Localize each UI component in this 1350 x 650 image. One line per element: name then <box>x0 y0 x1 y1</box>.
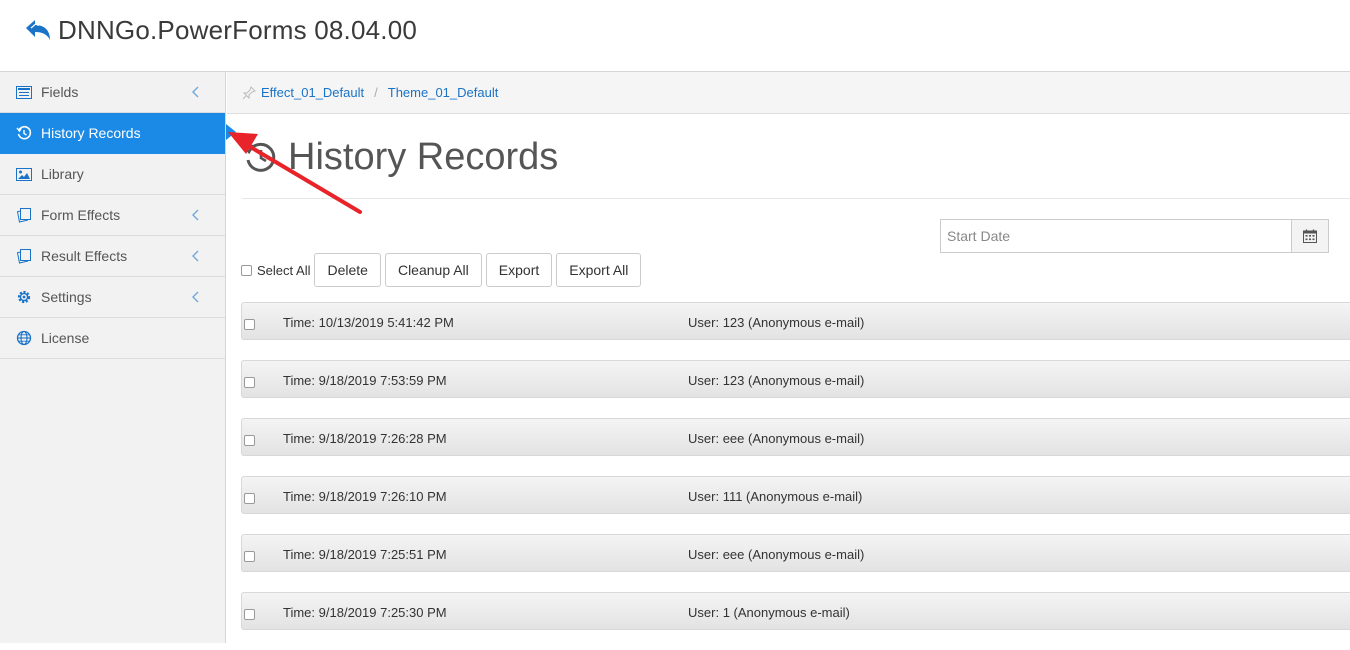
sidebar-item-label: History Records <box>41 125 141 141</box>
export-all-button[interactable]: Export All <box>556 253 642 287</box>
record-checkbox[interactable] <box>244 551 255 562</box>
sidebar-item-license[interactable]: License <box>0 318 225 359</box>
cards-icon <box>15 248 33 264</box>
sidebar-item-label: Settings <box>41 289 92 305</box>
record-user: User: 123 (Anonymous e-mail) <box>688 373 865 388</box>
calendar-icon <box>1303 229 1317 243</box>
page-title-text: History Records <box>288 135 559 178</box>
record-time: Time: 9/18/2019 7:25:51 PM <box>283 547 447 562</box>
app-header: DNNGo.PowerForms 08.04.00 <box>0 0 1350 72</box>
sidebar-item-form-effects[interactable]: Form Effects <box>0 195 225 236</box>
cards-icon <box>15 207 33 223</box>
delete-button[interactable]: Delete <box>314 253 381 287</box>
chevron-left-icon <box>192 250 199 262</box>
record-row[interactable]: Time: 9/18/2019 7:53:59 PM User: 123 (An… <box>241 360 1350 398</box>
record-user: User: 123 (Anonymous e-mail) <box>688 315 865 330</box>
chevron-left-icon <box>192 291 199 303</box>
record-time: Time: 9/18/2019 7:53:59 PM <box>283 373 447 388</box>
records-list: Time: 10/13/2019 5:41:42 PM User: 123 (A… <box>241 302 1350 650</box>
sidebar-item-library[interactable]: Library <box>0 154 225 195</box>
cleanup-all-button[interactable]: Cleanup All <box>384 253 482 287</box>
breadcrumb-link-theme[interactable]: Theme_01_Default <box>388 85 499 100</box>
history-icon <box>243 142 276 172</box>
sidebar-item-settings[interactable]: Settings <box>0 277 225 318</box>
gear-icon <box>15 289 33 305</box>
toolbar: Select All Delete Cleanup All Export Exp… <box>241 253 645 287</box>
sidebar-item-label: Form Effects <box>41 207 121 223</box>
breadcrumb-separator: / <box>374 85 378 100</box>
record-time: Time: 10/13/2019 5:41:42 PM <box>283 315 454 330</box>
sidebar: Fields History Records Library Form Effe… <box>0 72 226 643</box>
record-checkbox[interactable] <box>244 609 255 620</box>
record-checkbox[interactable] <box>244 319 255 330</box>
record-checkbox[interactable] <box>244 493 255 504</box>
record-row[interactable]: Time: 9/18/2019 7:25:30 PM User: 1 (Anon… <box>241 592 1350 630</box>
divider <box>242 198 1350 199</box>
record-row[interactable]: Time: 10/13/2019 5:41:42 PM User: 123 (A… <box>241 302 1350 340</box>
record-user: User: 1 (Anonymous e-mail) <box>688 605 850 620</box>
record-time: Time: 9/18/2019 7:25:30 PM <box>283 605 447 620</box>
record-checkbox[interactable] <box>244 435 255 446</box>
record-time: Time: 9/18/2019 7:26:28 PM <box>283 431 447 446</box>
record-checkbox[interactable] <box>244 377 255 388</box>
record-user: User: eee (Anonymous e-mail) <box>688 431 865 446</box>
sidebar-item-result-effects[interactable]: Result Effects <box>0 236 225 277</box>
globe-icon <box>15 330 33 346</box>
record-user: User: 111 (Anonymous e-mail) <box>688 489 863 504</box>
select-all[interactable]: Select All <box>241 263 310 278</box>
sidebar-item-history-records[interactable]: History Records <box>0 113 225 154</box>
page-title: History Records <box>242 132 558 182</box>
chevron-left-icon <box>192 209 199 221</box>
image-icon <box>15 166 33 182</box>
sidebar-item-fields[interactable]: Fields <box>0 72 225 113</box>
record-row[interactable]: Time: 9/18/2019 7:26:28 PM User: eee (An… <box>241 418 1350 456</box>
calendar-button[interactable] <box>1291 219 1329 253</box>
sidebar-item-label: Result Effects <box>41 248 128 264</box>
back-arrow-icon[interactable] <box>24 17 52 43</box>
record-time: Time: 9/18/2019 7:26:10 PM <box>283 489 447 504</box>
date-filter <box>940 219 1329 253</box>
start-date-input[interactable] <box>940 219 1291 253</box>
active-item-pointer <box>226 124 236 140</box>
record-row[interactable]: Time: 9/18/2019 7:26:10 PM User: 111 (An… <box>241 476 1350 514</box>
list-icon <box>15 84 33 100</box>
breadcrumb-link-effect[interactable]: Effect_01_Default <box>261 85 364 100</box>
sidebar-item-label: Fields <box>41 84 79 100</box>
app-title: DNNGo.PowerForms 08.04.00 <box>58 15 418 45</box>
export-button[interactable]: Export <box>485 253 553 287</box>
breadcrumb: Effect_01_Default / Theme_01_Default <box>227 72 1350 114</box>
pin-icon <box>242 85 256 99</box>
sidebar-item-label: License <box>41 330 90 346</box>
chevron-left-icon <box>192 86 199 98</box>
select-all-checkbox[interactable] <box>241 264 252 276</box>
history-icon <box>15 125 33 141</box>
record-user: User: eee (Anonymous e-mail) <box>688 547 865 562</box>
select-all-label: Select All <box>257 262 311 278</box>
sidebar-item-label: Library <box>41 166 84 182</box>
record-row[interactable]: Time: 9/18/2019 7:25:51 PM User: eee (An… <box>241 534 1350 572</box>
